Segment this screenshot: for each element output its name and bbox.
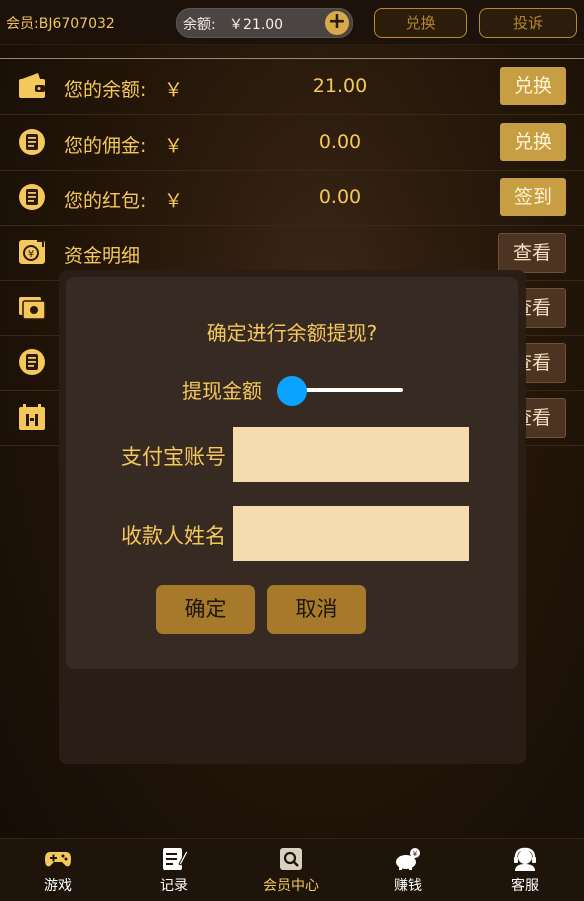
row-label: 资金明细 xyxy=(64,245,141,267)
nav-label: 记录 xyxy=(160,878,188,894)
check-in-button[interactable]: 签到 xyxy=(500,178,566,216)
commission-amount: 0.00 xyxy=(318,131,362,153)
view-fund-detail-button[interactable]: 查看 xyxy=(498,233,566,273)
balance-exchange-button[interactable]: 兑换 xyxy=(500,67,566,105)
alipay-account-input[interactable] xyxy=(233,427,469,482)
gamepad-icon xyxy=(45,852,71,867)
balance-amount: 21.00 xyxy=(312,75,368,97)
commission-row: 您的佣金: ￥ 0.00 兑换 xyxy=(0,115,584,171)
payee-name-label: 收款人姓名 xyxy=(121,524,226,548)
nav-label: 客服 xyxy=(511,878,539,894)
nav-item-earn[interactable]: ¥ 赚钱 xyxy=(350,839,466,901)
nav-label: 会员中心 xyxy=(263,878,319,894)
piggy-bank-icon: ¥ xyxy=(396,848,420,870)
amount-label: 提现金额 xyxy=(182,379,262,403)
cancel-button[interactable]: 取消 xyxy=(267,585,366,634)
nav-label: 游戏 xyxy=(44,878,72,894)
money-detail-icon: ¥ xyxy=(19,240,45,264)
document-icon xyxy=(19,349,45,375)
exchange-button[interactable]: 兑换 xyxy=(374,8,467,38)
nav-item-support[interactable]: 客服 xyxy=(467,839,583,901)
calendar-icon xyxy=(19,404,45,430)
withdraw-dialog: 确定进行余额提现? 提现金额 支付宝账号 收款人姓名 确定 取消 xyxy=(66,277,518,669)
balance-row: 您的余额: ￥ 21.00 兑换 xyxy=(0,59,584,115)
dialog-title: 确定进行余额提现? xyxy=(206,321,378,345)
bottom-nav: 游戏 记录 会员中心 ¥ 赚钱 客服 xyxy=(0,838,584,901)
document-icon xyxy=(19,184,45,210)
row-label: 您的余额: xyxy=(64,79,147,101)
add-balance-icon[interactable]: + xyxy=(325,11,349,35)
document-icon xyxy=(19,129,45,155)
svg-text:¥: ¥ xyxy=(28,249,34,260)
row-label: 您的佣金: xyxy=(64,135,147,157)
yen-symbol: ￥ xyxy=(164,79,184,101)
notes-icon xyxy=(163,848,188,870)
red-packet-amount: 0.00 xyxy=(318,186,362,208)
payee-name-input[interactable] xyxy=(233,506,469,561)
headset-icon xyxy=(514,847,536,871)
balance-value: ￥21.00 xyxy=(229,17,284,33)
nav-label: 赚钱 xyxy=(394,878,422,894)
wallet-icon xyxy=(19,73,45,98)
confirm-button[interactable]: 确定 xyxy=(156,585,255,634)
commission-exchange-button[interactable]: 兑换 xyxy=(500,123,566,161)
red-packet-row: 您的红包: ￥ 0.00 签到 xyxy=(0,170,584,226)
nav-item-member-center[interactable]: 会员中心 xyxy=(233,839,349,901)
alipay-label: 支付宝账号 xyxy=(121,445,226,469)
svg-text:¥: ¥ xyxy=(413,850,418,858)
slider-thumb[interactable] xyxy=(277,376,307,406)
cash-icon xyxy=(19,297,46,320)
nav-item-games[interactable]: 游戏 xyxy=(0,839,116,901)
member-id: 会员:BJ6707032 xyxy=(6,16,115,32)
balance-label: 余额: xyxy=(183,17,216,33)
nav-item-records[interactable]: 记录 xyxy=(116,839,232,901)
balance-pill: 余额: ￥21.00 + xyxy=(176,8,353,38)
yen-symbol: ￥ xyxy=(164,190,184,212)
search-box-icon xyxy=(280,848,302,870)
top-bar: 会员:BJ6707032 余额: ￥21.00 + 兑换 投诉 xyxy=(0,0,584,45)
row-label: 您的红包: xyxy=(64,190,147,212)
yen-symbol: ￥ xyxy=(164,135,184,157)
complain-button[interactable]: 投诉 xyxy=(479,8,577,38)
